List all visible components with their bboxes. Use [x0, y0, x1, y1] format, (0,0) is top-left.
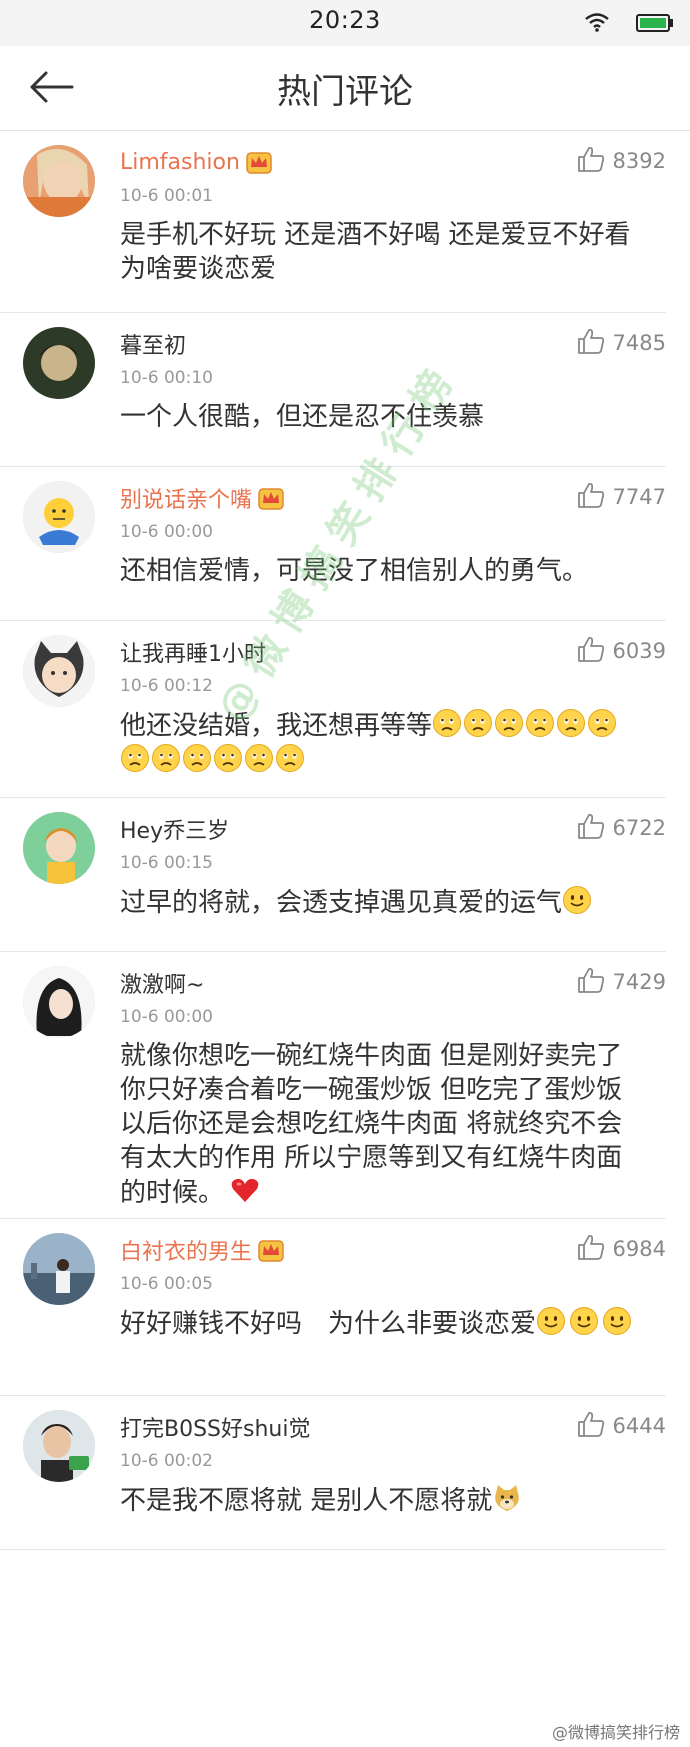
username[interactable]: 别说话亲个嘴	[120, 482, 252, 514]
avatar[interactable]	[23, 635, 95, 707]
thumbs-up-icon	[577, 145, 605, 177]
pleading-emoji-icon	[275, 743, 305, 773]
smile-emoji-icon	[602, 1306, 632, 1336]
pleading-emoji-icon	[494, 708, 524, 738]
like-count: 8392	[612, 149, 666, 173]
pleading-emoji-icon	[432, 708, 462, 738]
username[interactable]: 让我再睡1小时	[120, 636, 266, 668]
like-count: 6722	[612, 816, 666, 840]
thumbs-up-icon	[577, 635, 605, 667]
username[interactable]: Limfashion	[120, 150, 240, 175]
smile-emoji-icon	[536, 1306, 566, 1336]
avatar[interactable]	[23, 1233, 95, 1305]
like-button[interactable]: 6984	[577, 1233, 666, 1265]
comment-list: Limfashion 10-6 00:01 是手机不好玩 还是酒不好喝 还是爱豆…	[0, 131, 690, 1550]
avatar[interactable]	[23, 481, 95, 553]
pleading-emoji-icon	[213, 743, 243, 773]
comment-text: 不是我不愿将就 是别人不愿将就	[120, 1483, 642, 1518]
pleading-emoji-icon	[244, 743, 274, 773]
thumbs-up-icon	[577, 327, 605, 359]
avatar[interactable]	[23, 327, 95, 399]
like-button[interactable]: 6722	[577, 812, 666, 844]
comment-item: 别说话亲个嘴 10-6 00:00 还相信爱情，可是没了相信别人的勇气。 774…	[0, 467, 666, 621]
vip-crown-icon	[246, 150, 272, 174]
comment-text-body: 就像你想吃一碗红烧牛肉面 但是刚好卖完了 你只好凑合着吃一碗蛋炒饭 但吃完了蛋炒…	[120, 1041, 623, 1208]
comment-item: 让我再睡1小时 10-6 00:12 他还没结婚，我还想再等等 6039	[0, 621, 666, 798]
avatar[interactable]	[23, 966, 95, 1038]
pleading-emoji-icon	[120, 743, 150, 773]
pleading-emoji-icon	[463, 708, 493, 738]
username[interactable]: 暮至初	[120, 328, 186, 360]
comment-text-body: 好好赚钱不好吗 为什么非要谈恋爱	[120, 1309, 537, 1339]
comment-item: 暮至初 10-6 00:10 一个人很酷，但还是忍不住羡慕 7485	[0, 313, 666, 467]
avatar[interactable]	[23, 1410, 95, 1482]
comment-time: 10-6 00:00	[120, 1007, 213, 1027]
like-count: 7485	[612, 331, 666, 355]
pleading-emoji-icon	[525, 708, 555, 738]
doge-emoji-icon	[492, 1483, 522, 1513]
heart-emoji-icon	[230, 1175, 260, 1205]
comment-text: 好好赚钱不好吗 为什么非要谈恋爱	[120, 1306, 642, 1341]
like-button[interactable]: 6444	[577, 1410, 666, 1442]
comment-time: 10-6 00:10	[120, 368, 213, 388]
comment-text-body: 他还没结婚，我还想再等等	[120, 711, 433, 741]
avatar[interactable]	[23, 812, 95, 884]
wifi-icon	[584, 12, 610, 36]
comment-time: 10-6 00:02	[120, 1451, 213, 1471]
comment-time: 10-6 00:00	[120, 522, 213, 542]
battery-icon	[636, 14, 674, 36]
footer-watermark: @微博搞笑排行榜	[551, 1723, 680, 1742]
comment-time: 10-6 00:01	[120, 186, 213, 206]
like-button[interactable]: 7747	[577, 481, 666, 513]
like-count: 6444	[612, 1414, 666, 1438]
vip-crown-icon	[258, 486, 284, 510]
smile-emoji-icon	[569, 1306, 599, 1336]
pleading-emoji-icon	[587, 708, 617, 738]
comment-text: 就像你想吃一碗红烧牛肉面 但是刚好卖完了 你只好凑合着吃一碗蛋炒饭 但吃完了蛋炒…	[120, 1039, 642, 1210]
username[interactable]: Hey乔三岁	[120, 813, 229, 845]
page-title: 热门评论	[277, 72, 413, 112]
comment-time: 10-6 00:12	[120, 676, 213, 696]
like-button[interactable]: 8392	[577, 145, 666, 177]
comment-text: 过早的将就，会透支掉遇见真爱的运气	[120, 885, 642, 920]
avatar[interactable]	[23, 145, 95, 217]
comment-item: 白衬衣的男生 10-6 00:05 好好赚钱不好吗 为什么非要谈恋爱 6984	[0, 1219, 666, 1396]
like-count: 6984	[612, 1237, 666, 1261]
like-button[interactable]: 7485	[577, 327, 666, 359]
like-button[interactable]: 7429	[577, 966, 666, 998]
comment-item: Limfashion 10-6 00:01 是手机不好玩 还是酒不好喝 还是爱豆…	[0, 131, 666, 313]
comment-text-body: 过早的将就，会透支掉遇见真爱的运气	[120, 888, 563, 918]
comment-text-body: 不是我不愿将就 是别人不愿将就	[120, 1486, 493, 1516]
like-button[interactable]: 6039	[577, 635, 666, 667]
thumbs-up-icon	[577, 481, 605, 513]
thumbs-up-icon	[577, 966, 605, 998]
comment-item: 打完B0SS好shui觉 10-6 00:02 不是我不愿将就 是别人不愿将就 …	[0, 1396, 666, 1550]
username[interactable]: 激激啊~	[120, 967, 204, 999]
thumbs-up-icon	[577, 812, 605, 844]
comment-item: 激激啊~ 10-6 00:00 就像你想吃一碗红烧牛肉面 但是刚好卖完了 你只好…	[0, 952, 666, 1219]
like-count: 7747	[612, 485, 666, 509]
comment-text: 还相信爱情，可是没了相信别人的勇气。	[120, 556, 589, 586]
vip-crown-icon	[258, 1238, 284, 1262]
thumbs-up-icon	[577, 1233, 605, 1265]
thumbs-up-icon	[577, 1410, 605, 1442]
pleading-emoji-icon	[151, 743, 181, 773]
comment-time: 10-6 00:15	[120, 853, 213, 873]
username[interactable]: 白衬衣的男生	[120, 1234, 252, 1266]
status-bar: 20:23	[0, 0, 690, 46]
comment-item: Hey乔三岁 10-6 00:15 过早的将就，会透支掉遇见真爱的运气 6722	[0, 798, 666, 952]
like-count: 6039	[612, 639, 666, 663]
smile-emoji-icon	[562, 885, 592, 915]
username[interactable]: 打完B0SS好shui觉	[120, 1411, 310, 1443]
pleading-emoji-icon	[182, 743, 212, 773]
comment-time: 10-6 00:05	[120, 1274, 213, 1294]
comment-text: 他还没结婚，我还想再等等	[120, 708, 642, 778]
like-count: 7429	[612, 970, 666, 994]
pleading-emoji-icon	[556, 708, 586, 738]
comment-text: 是手机不好玩 还是酒不好喝 还是爱豆不好看 为啥要谈恋爱	[120, 220, 631, 284]
nav-header: 热门评论	[0, 46, 690, 131]
comment-text: 一个人很酷，但还是忍不住羡慕	[120, 402, 485, 432]
